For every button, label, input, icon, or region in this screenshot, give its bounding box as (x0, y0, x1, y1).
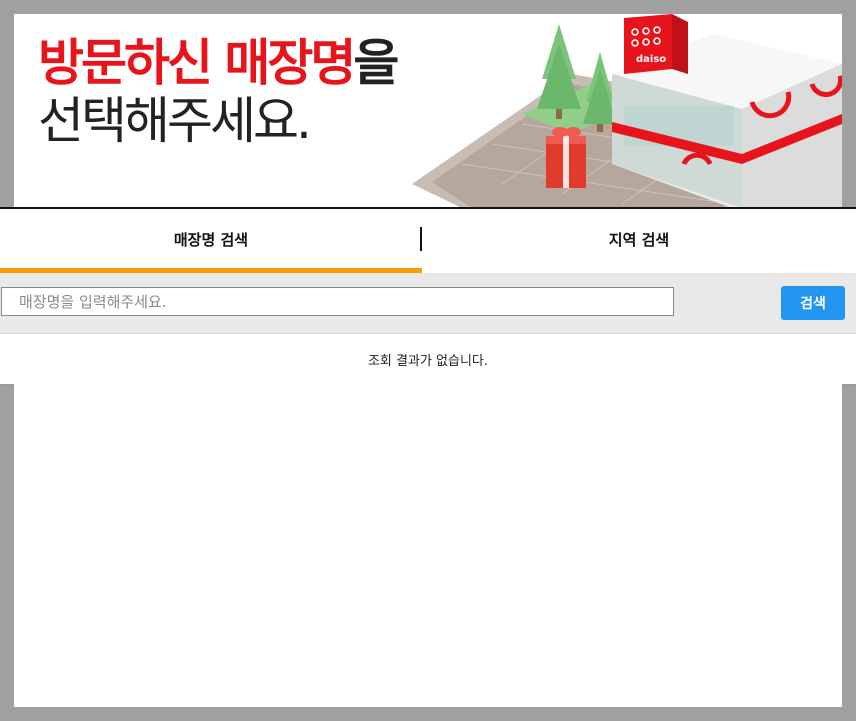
result-list-area (14, 384, 842, 707)
store-name-input[interactable] (1, 287, 674, 316)
search-tabs: 매장명 검색 지역 검색 (0, 209, 856, 273)
banner-headline: 방문하신 매장명을 선택해주세요. (38, 34, 399, 150)
daiso-store-illustration: daiso (412, 14, 842, 208)
result-message: 조회 결과가 없습니다. (0, 333, 856, 385)
empty-result-text: 조회 결과가 없습니다. (367, 353, 489, 369)
gift-box-icon (546, 127, 586, 188)
headline-line2: 선택해주세요. (38, 92, 312, 150)
search-bar: 검색 (0, 273, 856, 333)
headline-suffix: 을 (353, 34, 399, 92)
search-button[interactable]: 검색 (781, 286, 845, 320)
tab-region-search[interactable]: 지역 검색 (422, 209, 856, 269)
headline-highlight: 방문하신 매장명 (38, 34, 356, 92)
tab-store-name-search[interactable]: 매장명 검색 (0, 209, 422, 269)
store-sign-text: daiso (636, 54, 666, 65)
banner: 방문하신 매장명을 선택해주세요. daiso (14, 14, 842, 208)
